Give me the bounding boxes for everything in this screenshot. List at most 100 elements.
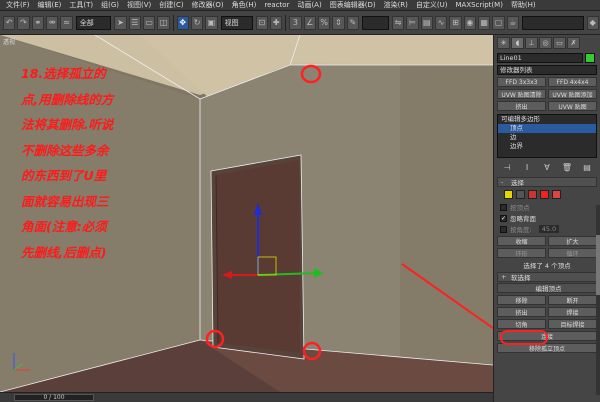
select-by-name-icon[interactable]: ☰ bbox=[128, 15, 141, 30]
modify-tab-icon[interactable]: ◖ bbox=[511, 37, 524, 49]
viewport-label[interactable]: 透视 bbox=[3, 37, 15, 46]
element-level-icon[interactable] bbox=[552, 190, 561, 199]
pivot-center-icon[interactable]: ⊡ bbox=[255, 15, 269, 30]
select-object-icon[interactable]: ➤ bbox=[114, 15, 127, 30]
border-level-icon[interactable] bbox=[528, 190, 537, 199]
remove-isolated-vertices-button[interactable]: 移除孤立顶点 bbox=[497, 343, 597, 353]
create-tab-icon[interactable]: ✳ bbox=[497, 37, 510, 49]
make-unique-icon[interactable]: ∀ bbox=[542, 162, 553, 173]
render-icon[interactable]: ◆ bbox=[586, 15, 599, 30]
mirror-icon[interactable]: ⇋ bbox=[391, 15, 405, 30]
uvw-add-button[interactable]: UVW 贴图添加 bbox=[548, 89, 597, 99]
panel-scrollbar[interactable] bbox=[596, 205, 600, 395]
unlink-icon[interactable]: ⚮ bbox=[46, 15, 59, 30]
render-setup-icon[interactable]: ▦ bbox=[478, 15, 491, 30]
percent-snap-icon[interactable]: % bbox=[317, 15, 331, 30]
menu-views[interactable]: 视图(V) bbox=[123, 0, 155, 11]
ignore-backfacing-checkbox[interactable]: ✓ 忽略背面 bbox=[500, 213, 594, 223]
chamfer-button[interactable]: 切角 bbox=[497, 319, 546, 329]
menu-create[interactable]: 创建(C) bbox=[155, 0, 187, 11]
spinner-snap-icon[interactable]: ⇕ bbox=[332, 15, 345, 30]
stack-item-vertex[interactable]: 顶点 bbox=[498, 124, 596, 133]
menu-animation[interactable]: 动画(A) bbox=[293, 0, 325, 11]
window-crossing-icon[interactable]: ◫ bbox=[157, 15, 170, 30]
link-icon[interactable]: ⚭ bbox=[31, 15, 45, 30]
soft-selection-rollout[interactable]: + 软选择 bbox=[497, 272, 597, 282]
layer-manager-icon[interactable]: ▤ bbox=[420, 15, 433, 30]
quick-render-icon[interactable]: ☕ bbox=[506, 15, 520, 30]
menu-character[interactable]: 角色(H) bbox=[228, 0, 261, 11]
align-icon[interactable]: ⊨ bbox=[406, 15, 419, 30]
select-manipulate-icon[interactable]: ✚ bbox=[270, 15, 283, 30]
by-vertex-checkbox[interactable]: 按顶点 bbox=[500, 202, 594, 212]
menu-group[interactable]: 组(G) bbox=[97, 0, 123, 11]
extrude-mod-button[interactable]: 挤出 bbox=[497, 101, 546, 111]
configure-sets-icon[interactable]: ▤ bbox=[582, 162, 593, 173]
uvw-clear-button[interactable]: UVW 贴图清除 bbox=[497, 89, 546, 99]
remove-modifier-icon[interactable]: 🗑 bbox=[562, 162, 573, 173]
selection-rollout[interactable]: - 选择 bbox=[497, 177, 597, 187]
select-move-icon[interactable]: ✥ bbox=[176, 15, 189, 30]
utilities-tab-icon[interactable]: ✗ bbox=[567, 37, 580, 49]
by-angle-checkbox[interactable]: 按角度: 45.0 bbox=[500, 224, 594, 234]
grow-button[interactable]: 扩大 bbox=[548, 236, 597, 246]
remove-button[interactable]: 移除 bbox=[497, 295, 546, 305]
angle-value[interactable]: 45.0 bbox=[538, 225, 560, 233]
reference-coordinate-dropdown[interactable]: 视图 bbox=[220, 15, 253, 30]
bind-spacewarp-icon[interactable]: ≈ bbox=[60, 15, 73, 30]
select-scale-icon[interactable]: ▣ bbox=[205, 15, 218, 30]
curve-editor-icon[interactable]: ∿ bbox=[434, 15, 448, 30]
menu-modifiers[interactable]: 修改器(O) bbox=[188, 0, 228, 11]
connect-button[interactable]: 连接 bbox=[497, 331, 597, 341]
shrink-button[interactable]: 收缩 bbox=[497, 236, 546, 246]
menu-maxscript[interactable]: MAXScript(M) bbox=[452, 0, 507, 11]
edit-vertices-rollout[interactable]: 编辑顶点 bbox=[497, 283, 597, 293]
menu-edit[interactable]: 编辑(E) bbox=[34, 0, 66, 11]
hierarchy-tab-icon[interactable]: ⊥ bbox=[525, 37, 538, 49]
perspective-viewport[interactable]: 透视 18.选择孤立的 点,用删除线的方 法将其删除.听说 不删除这些多余 的东… bbox=[0, 35, 493, 392]
selection-filter-dropdown[interactable]: 全部 bbox=[75, 15, 112, 30]
menu-file[interactable]: 文件(F) bbox=[2, 0, 34, 11]
menu-reactor[interactable]: reactor bbox=[260, 0, 293, 11]
ring-button[interactable]: 环形 bbox=[497, 248, 546, 258]
stack-item-border[interactable]: 边界 bbox=[498, 142, 596, 151]
ffd3-button[interactable]: FFD 3x3x3 bbox=[497, 77, 546, 87]
render-preset-dropdown[interactable] bbox=[522, 15, 584, 30]
pin-stack-icon[interactable]: ⊣ bbox=[502, 162, 513, 173]
modifier-stack[interactable]: 可编辑多边形 顶点 边 边界 bbox=[497, 114, 597, 158]
edge-level-icon[interactable] bbox=[516, 190, 525, 199]
show-end-result-icon[interactable]: Ⅰ bbox=[522, 162, 533, 173]
extrude-button[interactable]: 挤出 bbox=[497, 307, 546, 317]
uvw-map-button[interactable]: UVW 贴图 bbox=[548, 101, 597, 111]
motion-tab-icon[interactable]: ◎ bbox=[539, 37, 552, 49]
stack-item-editable-poly[interactable]: 可编辑多边形 bbox=[498, 115, 596, 124]
vertex-level-icon[interactable] bbox=[504, 190, 513, 199]
named-selection-icon[interactable]: ✎ bbox=[346, 15, 359, 30]
menu-graph-editors[interactable]: 图表编辑器(D) bbox=[326, 0, 380, 11]
break-button[interactable]: 断开 bbox=[548, 295, 597, 305]
named-selection-sets-dropdown[interactable] bbox=[361, 15, 389, 30]
weld-button[interactable]: 焊接 bbox=[548, 307, 597, 317]
panel-scroll-thumb[interactable] bbox=[596, 235, 600, 295]
material-editor-icon[interactable]: ◉ bbox=[463, 15, 477, 30]
object-color-swatch[interactable] bbox=[585, 53, 595, 63]
display-tab-icon[interactable]: ▭ bbox=[553, 37, 566, 49]
schematic-view-icon[interactable]: ⊞ bbox=[449, 15, 462, 30]
select-rotate-icon[interactable]: ↻ bbox=[190, 15, 204, 30]
object-name-field[interactable]: Line01 bbox=[497, 53, 595, 63]
target-weld-button[interactable]: 目标焊接 bbox=[548, 319, 597, 329]
loop-button[interactable]: 循环 bbox=[548, 248, 597, 258]
menu-customize[interactable]: 自定义(U) bbox=[412, 0, 452, 11]
angle-snap-icon[interactable]: ∠ bbox=[303, 15, 316, 30]
ffd4-button[interactable]: FFD 4x4x4 bbox=[548, 77, 597, 87]
render-frame-icon[interactable]: ▢ bbox=[492, 15, 505, 30]
menu-help[interactable]: 帮助(H) bbox=[507, 0, 540, 11]
modifier-list-dropdown[interactable]: 修改器列表 bbox=[497, 65, 597, 75]
rectangular-selection-icon[interactable]: ▭ bbox=[143, 15, 156, 30]
menu-rendering[interactable]: 渲染(R) bbox=[380, 0, 412, 11]
menu-tools[interactable]: 工具(T) bbox=[65, 0, 97, 11]
snap-toggle-icon[interactable]: 3 bbox=[289, 15, 302, 30]
time-slider[interactable]: 0 / 100 bbox=[14, 394, 94, 401]
redo-icon[interactable]: ↷ bbox=[17, 15, 30, 30]
undo-icon[interactable]: ↶ bbox=[3, 15, 16, 30]
